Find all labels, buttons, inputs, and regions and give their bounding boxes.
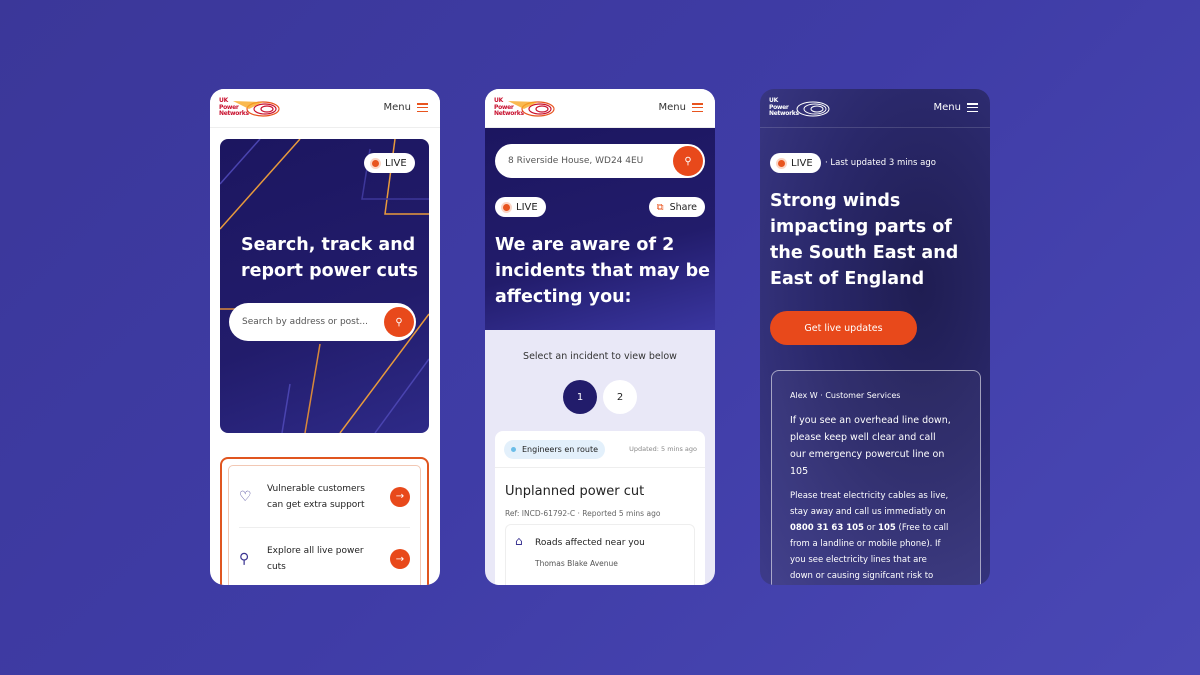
link-text: Vulnerable customers [267, 483, 365, 494]
message-line: If you see an overhead line down, [790, 415, 951, 426]
link-vulnerable-customers[interactable]: ♡ Vulnerable customers can get extra supp… [239, 466, 410, 528]
message-text: or [863, 523, 879, 533]
map-pin-icon: ⚲ [239, 551, 250, 567]
search-value: 8 Riverside House, WD24 4EU [508, 156, 644, 166]
road-name: Thomas Blake Avenue [535, 559, 618, 568]
phone-number[interactable]: 0800 31 63 105 [790, 523, 864, 533]
share-button[interactable]: ⧉ Share [648, 197, 705, 217]
heart-hand-icon: ♡ [239, 488, 252, 505]
message-line: you see electricity lines that are [790, 555, 927, 565]
hero-card: LIVE Search, track and report power cuts … [220, 139, 429, 433]
live-dot-icon [503, 203, 510, 211]
status-label: Engineers en route [522, 445, 599, 454]
incident-type: Unplanned power cut [505, 484, 645, 499]
search-button[interactable]: ⚲ [384, 307, 414, 337]
link-live-power-cuts[interactable]: ⚲ Explore all live power cuts → [239, 528, 410, 585]
live-dot-icon [778, 159, 785, 167]
updated-time: Updated: 5 mins ago [629, 445, 697, 453]
title-line: the South East and [770, 243, 959, 263]
roads-affected-box: ⌂ Roads affected near you Thomas Blake A… [505, 524, 695, 585]
body-message: Please treat electricity cables as live,… [790, 488, 962, 584]
menu-button[interactable]: Menu [659, 102, 703, 113]
message-line: stay away and call us immediatly on [790, 507, 946, 517]
link-text: Explore all live power [267, 546, 364, 556]
select-prompt: Select an incident to view below [523, 351, 677, 362]
update-message-card: Alex W · Customer Services If you see an… [771, 370, 981, 585]
status-dot-icon [511, 447, 516, 452]
phone-screen-storm-update: UK Power Networks Menu LIVE · Last updated… [760, 89, 990, 585]
message-line: 105 [790, 466, 809, 477]
phone-number-short[interactable]: 105 [878, 523, 896, 533]
get-live-updates-button[interactable]: Get live updates [770, 311, 917, 345]
title-line: impacting parts of [770, 217, 952, 237]
decorative-lines [220, 139, 429, 433]
search-button[interactable]: ⚲ [673, 146, 703, 176]
title-line: incidents that may be [495, 261, 711, 281]
live-dot-icon [372, 159, 379, 167]
menu-button[interactable]: Menu [384, 102, 428, 113]
incident-title: We are aware of 2 incidents that may be af… [495, 232, 710, 310]
incident-card: Engineers en route Updated: 5 mins ago U… [495, 431, 705, 585]
phone-screen-incidents: UK Power Networks Menu 8 Riverside House, … [485, 89, 715, 585]
message-text: (Free to call [895, 523, 949, 533]
incident-ref: Ref: INCD-61792-C · Reported 5 mins ago [505, 509, 661, 518]
phone-screen-home: UK Power Networks Menu LIVE Search, track … [210, 89, 440, 585]
title-line: affecting you: [495, 287, 632, 307]
hamburger-icon [692, 103, 703, 112]
search-input[interactable]: Search by address or post... ⚲ [229, 303, 416, 341]
live-badge: LIVE [770, 153, 821, 173]
hamburger-icon [967, 103, 978, 112]
title-line: Strong winds [770, 191, 901, 211]
message-line: Please treat electricity cables as live, [790, 491, 949, 501]
title-line: Search, track and [241, 235, 416, 255]
message-line: from a landline or mobile phone). If [790, 539, 941, 549]
message-line: please keep well clear and call [790, 432, 936, 443]
live-label: LIVE [791, 157, 813, 169]
author-line: Alex W · Customer Services [790, 391, 901, 400]
live-badge: LIVE [364, 153, 415, 173]
search-placeholder: Search by address or post... [242, 317, 368, 327]
incident-tab-2[interactable]: 2 [603, 380, 637, 414]
hamburger-icon [417, 103, 428, 112]
title-line: East of England [770, 269, 925, 289]
share-icon: ⧉ [656, 201, 664, 213]
last-updated: · Last updated 3 mins ago [825, 158, 936, 168]
link-text: can get extra support [267, 499, 365, 510]
share-label: Share [669, 201, 697, 213]
header: UK Power Networks Menu [210, 89, 440, 128]
menu-label: Menu [658, 102, 686, 113]
hero-title: Search, track and report power cuts [241, 232, 418, 284]
title-line: We are aware of 2 [495, 235, 675, 255]
storm-title: Strong winds impacting parts of the South … [770, 188, 958, 292]
roads-title: Roads affected near you [535, 538, 645, 548]
address-search-input[interactable]: 8 Riverside House, WD24 4EU ⚲ [495, 144, 705, 178]
logo[interactable]: UK Power Networks [769, 97, 831, 121]
author-name: Alex W [790, 391, 818, 400]
header: UK Power Networks Menu [485, 89, 715, 128]
live-badge: LIVE [495, 197, 546, 217]
building-icon: ⌂ [515, 534, 523, 548]
logo[interactable]: UK Power Networks [494, 97, 556, 121]
author-role: Customer Services [825, 391, 901, 400]
lead-message: If you see an overhead line down, please … [790, 412, 962, 480]
header: UK Power Networks Menu [760, 89, 990, 128]
link-text: cuts [267, 562, 286, 572]
message-line: our emergency powercut line on [790, 449, 945, 460]
incident-hero: 8 Riverside House, WD24 4EU ⚲ LIVE ⧉ Share… [485, 128, 715, 330]
logo[interactable]: UK Power Networks [219, 97, 281, 121]
status-badge: Engineers en route [504, 440, 606, 459]
menu-label: Menu [933, 102, 961, 113]
menu-label: Menu [383, 102, 411, 113]
title-line: report power cuts [241, 261, 419, 281]
incident-tab-1[interactable]: 1 [563, 380, 597, 414]
quick-links-panel: ♡ Vulnerable customers can get extra supp… [220, 457, 429, 585]
menu-button[interactable]: Menu [934, 102, 978, 113]
live-label: LIVE [516, 201, 538, 213]
live-label: LIVE [385, 157, 407, 169]
arrow-right-icon[interactable]: → [390, 549, 410, 569]
message-line: down or causing signifcant risk to [790, 571, 934, 581]
arrow-right-icon[interactable]: → [390, 486, 410, 507]
